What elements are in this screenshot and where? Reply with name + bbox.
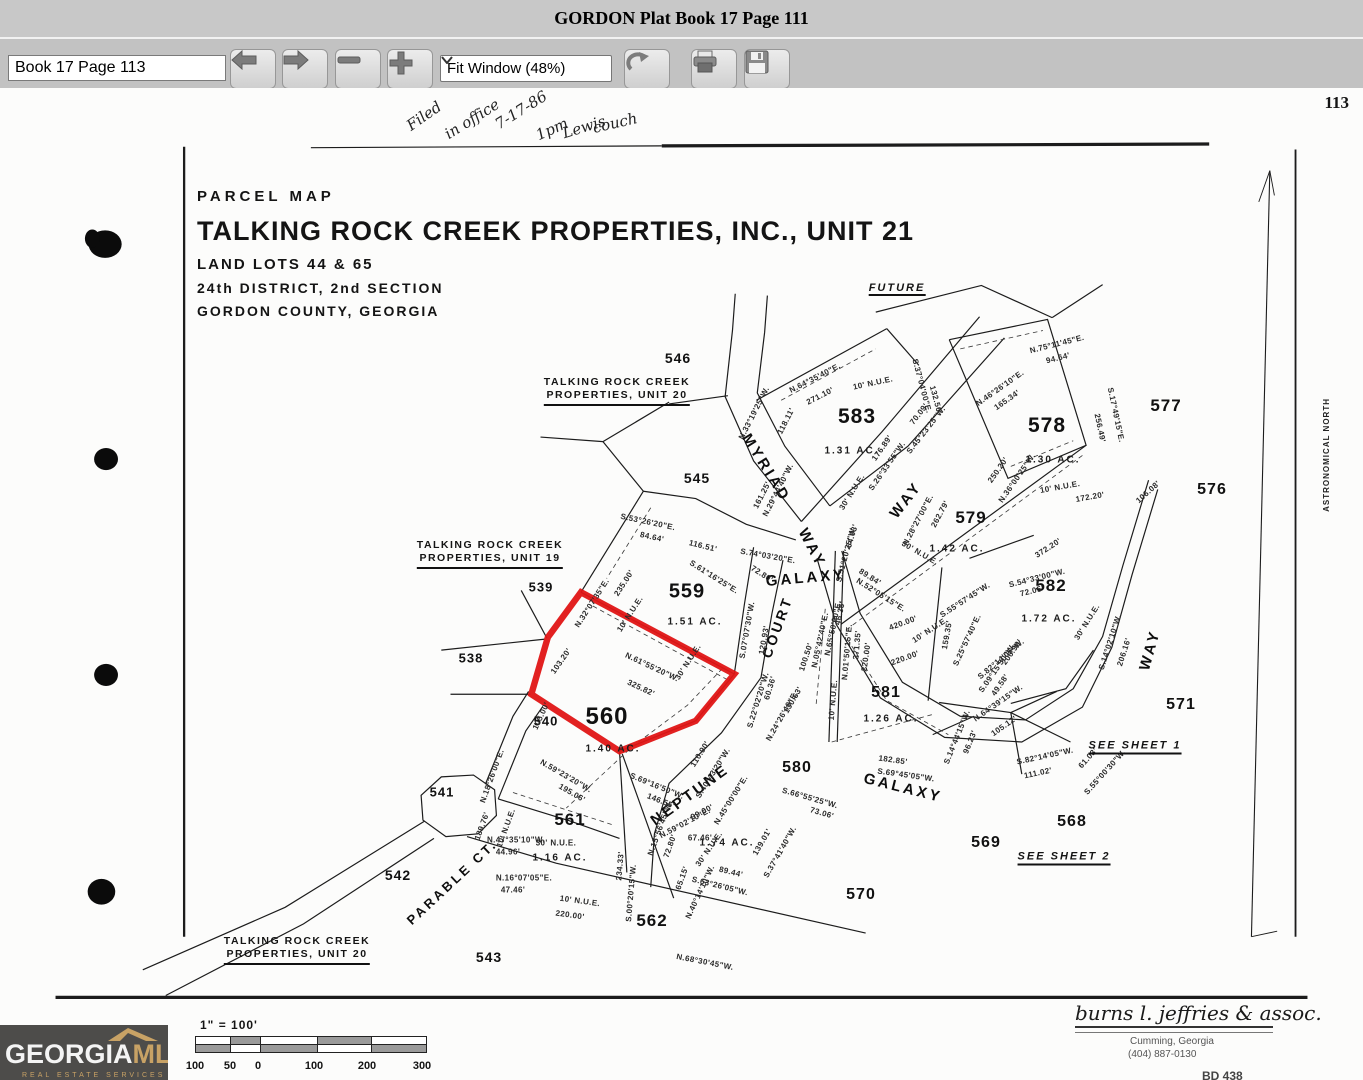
parcel-label: 576 [1197, 481, 1227, 499]
next-page-button[interactable] [282, 49, 328, 89]
parcel-label: 579 [955, 508, 986, 528]
georgia-mls-logo: GEORGIAMLS REAL ESTATE SERVICES [0, 1025, 168, 1080]
parcel-label: 559 [669, 581, 705, 604]
parcel-label: 539 [529, 580, 554, 595]
plat-title-block: PARCEL MAP TALKING ROCK CREEK PROPERTIES… [197, 188, 914, 319]
rotate-button[interactable] [624, 49, 670, 89]
plat-viewer-app: { "titlebar": { "title": "GORDON Plat Bo… [0, 0, 1363, 1080]
scan-page-number: 113 [1324, 93, 1349, 113]
scale-tick: 100 [186, 1060, 204, 1072]
chevron-down-icon [441, 56, 453, 64]
zoom-level-select[interactable]: Fit Window (48%) [440, 55, 612, 82]
bearing-label: N.16°07'05"E. [496, 874, 552, 883]
page-input[interactable] [8, 55, 226, 81]
arrow-left-icon [231, 50, 257, 70]
parcel-acreage-label: 1.72 AC. [1021, 614, 1076, 625]
window-title-bar: GORDON Plat Book 17 Page 111 [0, 0, 1363, 39]
scale-bar [195, 1036, 427, 1053]
see-sheet-label: SEE SHEET 2 [1018, 851, 1111, 866]
zoom-in-button[interactable] [387, 49, 433, 89]
parcel-label: 562 [636, 911, 667, 931]
bearing-label: 44.96' [496, 848, 520, 857]
parcel-label: 560 [585, 703, 628, 731]
arrow-right-icon [283, 50, 309, 70]
scale-tick: 300 [413, 1060, 431, 1072]
rotate-icon [625, 50, 651, 74]
parcel-label: 577 [1150, 396, 1181, 416]
unit-label: TALKING ROCK CREEKPROPERTIES, UNIT 20 [544, 376, 690, 406]
scale-tick: 100 [305, 1060, 323, 1072]
plat-document-page[interactable]: 113 ASTRONOMICAL NORTH PARCEL MAP TALKIN… [0, 88, 1363, 1080]
surveyor-underline [1075, 1026, 1273, 1033]
parcel-acreage-label: 1.26 AC. [863, 714, 918, 725]
surveyor-city: Cumming, Georgia [1130, 1036, 1214, 1047]
parcel-label: 569 [971, 834, 1001, 852]
land-lots-label: LAND LOTS 44 & 65 [197, 256, 914, 273]
toolbar: Fit Window (48%) [0, 39, 1363, 90]
logo-mls: MLS [133, 1039, 168, 1069]
parcel-acreage-label: 1.40 AC. [585, 744, 640, 755]
logo-georgia: GEORGIA [5, 1039, 133, 1069]
logo-tagline: REAL ESTATE SERVICES [22, 1072, 165, 1079]
parcel-label: 542 [385, 867, 411, 883]
print-button[interactable] [691, 49, 737, 89]
parcel-label: 570 [846, 886, 876, 904]
scale-tick: 200 [358, 1060, 376, 1072]
scale-tick: 0 [255, 1060, 261, 1072]
unit-label: TALKING ROCK CREEKPROPERTIES, UNIT 19 [417, 539, 563, 569]
surveyor-code: BD 438 [1202, 1069, 1243, 1080]
plus-icon [388, 50, 414, 76]
bearing-label: N.47°35'10"W. [487, 836, 545, 845]
parcel-label: 543 [476, 949, 502, 965]
save-icon [745, 50, 769, 74]
minus-icon [336, 50, 362, 70]
parcel-label: 581 [871, 684, 901, 702]
parcel-acreage-label: 1.16 AC. [532, 853, 587, 864]
parcel-label: 561 [554, 810, 585, 830]
parcel-acreage-label: 1.42 AC. [929, 544, 984, 555]
prev-page-button[interactable] [230, 49, 276, 89]
future-label: FUTURE [869, 282, 926, 296]
window-title: GORDON Plat Book 17 Page 111 [554, 8, 809, 29]
astronomical-north-label: ASTRONOMICAL NORTH [1322, 398, 1331, 512]
bearing-label: 47.46' [501, 886, 525, 895]
parcel-acreage-label: 1.51 AC. [667, 617, 722, 628]
see-sheet-label: SEE SHEET 1 [1089, 740, 1182, 755]
parcel-label: 578 [1028, 414, 1066, 438]
parcel-label: 571 [1166, 696, 1196, 714]
subdivision-title: TALKING ROCK CREEK PROPERTIES, INC., UNI… [197, 216, 914, 247]
zoom-level-value: Fit Window (48%) [447, 60, 565, 77]
district-label: 24th DISTRICT, 2nd SECTION [197, 280, 914, 296]
zoom-out-button[interactable] [335, 49, 381, 89]
parcel-label: 568 [1057, 813, 1087, 831]
scale-tick: 50 [224, 1060, 236, 1072]
printer-icon [692, 50, 718, 74]
logo-wordmark: GEORGIAMLS [5, 1039, 168, 1070]
unit-label: TALKING ROCK CREEKPROPERTIES, UNIT 20 [224, 935, 370, 965]
surveyor-phone: (404) 887-0130 [1128, 1049, 1196, 1060]
parcel-label: 546 [665, 350, 691, 366]
parcel-label: 583 [838, 405, 876, 429]
scale-ratio-label: 1" = 100' [200, 1018, 258, 1032]
parcel-map-label: PARCEL MAP [197, 188, 914, 205]
county-label: GORDON COUNTY, GEORGIA [197, 303, 914, 319]
parcel-label: 541 [430, 785, 455, 800]
save-button[interactable] [744, 49, 790, 89]
parcel-label: 580 [782, 759, 812, 777]
parcel-label: 538 [459, 651, 484, 666]
parcel-label: 545 [684, 470, 710, 486]
surveyor-name: burns l. jeffries & assoc. [1075, 1001, 1322, 1025]
